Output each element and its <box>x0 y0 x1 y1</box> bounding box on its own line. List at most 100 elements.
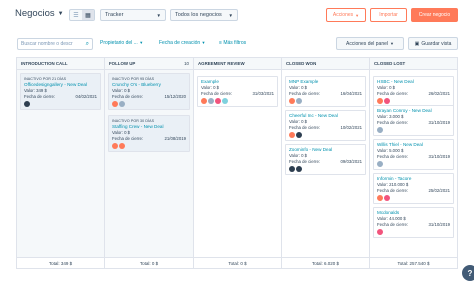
board-column: INTRODUCTION CALL INACTIVO POR 21 DÍAS O… <box>17 58 105 268</box>
avatar-group <box>377 195 450 201</box>
deal-date-row: Fecha de cierre: 16/04/2021 <box>289 91 362 97</box>
chevron-down-icon: ▼ <box>156 12 161 18</box>
deal-date-label: Fecha de cierre: <box>112 94 144 99</box>
board-column: AGREEMENT REVIEW Example Valor: 0 $ Fech… <box>194 58 282 268</box>
column-count: 10 <box>184 61 189 66</box>
grid-icon[interactable]: ▦ <box>82 10 94 20</box>
help-button[interactable]: ? <box>462 265 474 281</box>
deal-card[interactable]: Informin - Tacore Valor: 210.000 $ Fecha… <box>373 173 454 204</box>
create-deal-button[interactable]: Crear negocio <box>411 8 458 22</box>
save-view-label: Guardar vista <box>421 40 452 47</box>
actions-button-label: Acciones <box>332 12 354 18</box>
deal-date: 16/04/2021 <box>340 91 362 96</box>
chevron-down-icon: ▼ <box>228 12 233 18</box>
top-bar: Negocios ▼ ☰ ▦ Tracker ▼ Todos los negoc… <box>0 0 474 30</box>
more-filters-link[interactable]: ≡ Más filtros <box>219 40 246 46</box>
deal-card[interactable]: Zoominfo - New Deal Valor: 0 $ Fecha de … <box>285 144 366 175</box>
deal-date: 31/10/2019 <box>428 222 450 227</box>
deal-date-row: Fecha de cierre: 26/02/2021 <box>377 91 450 97</box>
avatar <box>377 98 383 104</box>
page-title[interactable]: Negocios ▼ <box>15 8 64 19</box>
deal-date-label: Fecha de cierre: <box>377 188 409 193</box>
board-column: FOLLOW UP 10 INACTIVO POR 95 DÍAS Crunch… <box>105 58 194 268</box>
deal-card[interactable]: INACTIVO POR 95 DÍAS Crunchy O's - Blueb… <box>108 73 190 110</box>
deal-card[interactable]: Cheerful Inc - New Deal Valor: 0 $ Fecha… <box>285 110 366 141</box>
chevron-down-icon: ▼ <box>390 41 394 46</box>
view-toggle: ☰ ▦ <box>69 9 95 21</box>
save-icon: ▣ <box>414 40 420 47</box>
column-total: Total: 349 $ <box>17 257 104 268</box>
deal-date-row: Fecha de cierre: 25/02/2021 <box>377 188 450 194</box>
search-icon: ⌕ <box>85 40 89 47</box>
avatar <box>119 143 125 149</box>
pipeline-select-value: Tracker <box>105 12 124 18</box>
deal-date: 31/03/2021 <box>252 91 274 96</box>
avatar-group <box>377 161 450 167</box>
column-title: AGREEMENT REVIEW <box>198 61 245 66</box>
deal-date-row: Fecha de cierre: 15/12/2020 <box>112 94 186 100</box>
deal-date: 04/02/2021 <box>75 94 97 99</box>
avatar <box>377 195 383 201</box>
owner-filter-select[interactable]: Todos los negocios ▼ <box>170 9 238 21</box>
avatar <box>384 195 390 201</box>
avatar <box>201 98 207 104</box>
avatar-group <box>289 132 362 138</box>
page-title-label: Negocios <box>15 8 55 19</box>
column-title: CLOSED LOST <box>374 61 406 66</box>
deal-date-label: Fecha de cierre: <box>377 154 409 159</box>
avatar <box>119 101 125 107</box>
search-input[interactable]: Buscar nombre o descr ⌕ <box>17 38 93 50</box>
deal-date-label: Fecha de cierre: <box>377 120 409 125</box>
avatar <box>222 98 228 104</box>
avatar-group <box>201 98 274 104</box>
avatar-group <box>289 98 362 104</box>
column-header: CLOSED LOST <box>370 58 457 70</box>
deal-card[interactable]: Mcdonalds Valor: 44.000 $ Fecha de cierr… <box>373 207 454 238</box>
deal-date: 10/02/2021 <box>340 125 362 130</box>
avatar-group <box>24 101 97 107</box>
deal-date: 21/08/2019 <box>164 136 186 141</box>
deals-board: INTRODUCTION CALL INACTIVO POR 21 DÍAS O… <box>16 57 458 269</box>
avatar <box>377 127 383 133</box>
deal-date-label: Fecha de cierre: <box>289 125 321 130</box>
deal-date-row: Fecha de cierre: 09/03/2021 <box>289 159 362 165</box>
deal-card[interactable]: Brayan Conroy - New Deal Valor: 3.000 $ … <box>373 105 454 136</box>
import-button[interactable]: Importar <box>370 8 407 22</box>
deal-date-row: Fecha de cierre: 21/08/2019 <box>112 136 186 142</box>
owner-filter-link[interactable]: Propietario del ... ▼ <box>100 40 143 46</box>
deal-date-row: Fecha de cierre: 31/10/2019 <box>377 222 450 228</box>
pipeline-select[interactable]: Tracker ▼ <box>100 9 166 21</box>
avatar-group <box>377 127 450 133</box>
deal-card[interactable]: MNP Example Valor: 0 $ Fecha de cierre: 1… <box>285 76 366 107</box>
column-total: Total: 257.540 $ <box>370 257 457 268</box>
column-total: Total: 0 $ <box>194 257 281 268</box>
avatar <box>384 98 390 104</box>
date-filter-link-label: Fecha de creación <box>159 40 201 46</box>
column-title: CLOSED WON <box>286 61 317 66</box>
actions-button[interactable]: Acciones ▼ <box>326 8 366 22</box>
deal-card[interactable]: HSBC - New Deal Valor: 0 $ Fecha de cier… <box>373 76 454 107</box>
avatar-group <box>289 166 362 172</box>
deal-date-label: Fecha de cierre: <box>112 136 144 141</box>
deal-card[interactable]: INACTIVO POR 30 DÍAS Staffing Crew - New… <box>108 115 190 152</box>
chevron-down-icon: ▼ <box>139 40 144 45</box>
column-header: INTRODUCTION CALL <box>17 58 104 70</box>
save-view-button[interactable]: ▣ Guardar vista <box>408 37 458 50</box>
deal-date: 25/02/2021 <box>428 188 450 193</box>
avatar <box>289 132 295 138</box>
deal-card[interactable]: Willis Thiel - New Deal Valor: 5.000 $ F… <box>373 139 454 170</box>
date-filter-link[interactable]: Fecha de creación ▼ <box>159 40 206 46</box>
avatar <box>289 98 295 104</box>
owner-filter-value: Todos los negocios <box>175 12 222 18</box>
deal-card[interactable]: Example Valor: 0 $ Fecha de cierre: 31/03… <box>197 76 278 107</box>
deal-date-row: Fecha de cierre: 10/02/2021 <box>289 125 362 131</box>
chevron-down-icon: ▼ <box>201 40 206 45</box>
deal-card[interactable]: INACTIVO POR 21 DÍAS Officedesigngallery… <box>20 73 101 110</box>
list-icon[interactable]: ☰ <box>70 10 82 20</box>
filter-icon: ≡ <box>219 40 222 46</box>
avatar <box>112 101 118 107</box>
board-actions-button[interactable]: Acciones del panel ▼ <box>336 37 404 50</box>
column-title: FOLLOW UP <box>109 61 136 66</box>
deal-date-row: Fecha de cierre: 31/10/2019 <box>377 120 450 126</box>
deal-date: 09/03/2021 <box>340 159 362 164</box>
